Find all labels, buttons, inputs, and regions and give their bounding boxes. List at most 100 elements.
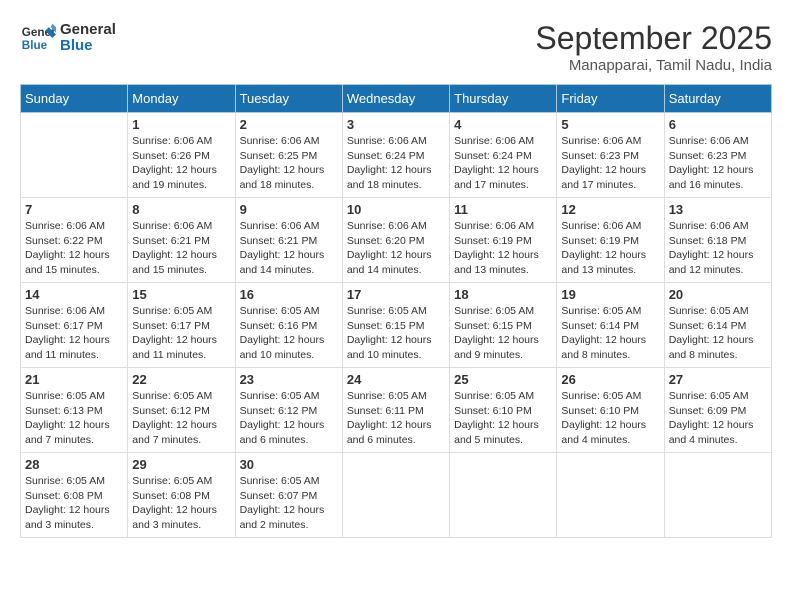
calendar-table: SundayMondayTuesdayWednesdayThursdayFrid… xyxy=(20,84,772,538)
calendar-cell: 10 Sunrise: 6:06 AMSunset: 6:20 PMDayligh… xyxy=(342,198,449,283)
calendar-header: SundayMondayTuesdayWednesdayThursdayFrid… xyxy=(21,85,772,113)
calendar-cell xyxy=(664,453,771,538)
day-detail: Sunrise: 6:05 AMSunset: 6:15 PMDaylight:… xyxy=(454,304,552,363)
day-detail: Sunrise: 6:05 AMSunset: 6:11 PMDaylight:… xyxy=(347,389,445,448)
day-number: 4 xyxy=(454,117,552,132)
day-number: 11 xyxy=(454,202,552,217)
day-detail: Sunrise: 6:06 AMSunset: 6:24 PMDaylight:… xyxy=(454,134,552,193)
calendar-cell: 25 Sunrise: 6:05 AMSunset: 6:10 PMDayligh… xyxy=(450,368,557,453)
day-number: 29 xyxy=(132,457,230,472)
calendar-week-3: 14 Sunrise: 6:06 AMSunset: 6:17 PMDayligh… xyxy=(21,283,772,368)
calendar-cell: 18 Sunrise: 6:05 AMSunset: 6:15 PMDayligh… xyxy=(450,283,557,368)
day-number: 24 xyxy=(347,372,445,387)
logo-text-blue: Blue xyxy=(60,38,116,55)
calendar-week-2: 7Sunrise: 6:06 AMSunset: 6:22 PMDaylight… xyxy=(21,198,772,283)
calendar-cell: 23Sunrise: 6:05 AMSunset: 6:12 PMDayligh… xyxy=(235,368,342,453)
day-number: 16 xyxy=(240,287,338,302)
day-detail: Sunrise: 6:06 AMSunset: 6:17 PMDaylight:… xyxy=(25,304,123,363)
day-number: 15 xyxy=(132,287,230,302)
day-detail: Sunrise: 6:06 AMSunset: 6:22 PMDaylight:… xyxy=(25,219,123,278)
calendar-cell: 20Sunrise: 6:05 AMSunset: 6:14 PMDayligh… xyxy=(664,283,771,368)
day-detail: Sunrise: 6:05 AMSunset: 6:08 PMDaylight:… xyxy=(132,474,230,533)
calendar-body: 1 Sunrise: 6:06 AMSunset: 6:26 PMDaylight… xyxy=(21,113,772,538)
day-number: 21 xyxy=(25,372,123,387)
calendar-cell: 28 Sunrise: 6:05 AMSunset: 6:08 PMDayligh… xyxy=(21,453,128,538)
calendar-cell xyxy=(450,453,557,538)
day-number: 1 xyxy=(132,117,230,132)
day-number: 22 xyxy=(132,372,230,387)
day-number: 14 xyxy=(25,287,123,302)
day-number: 25 xyxy=(454,372,552,387)
logo: General Blue General Blue xyxy=(20,20,116,56)
calendar-cell: 16 Sunrise: 6:05 AMSunset: 6:16 PMDayligh… xyxy=(235,283,342,368)
day-detail: Sunrise: 6:05 AMSunset: 6:10 PMDaylight:… xyxy=(561,389,659,448)
day-number: 30 xyxy=(240,457,338,472)
calendar-cell: 19 Sunrise: 6:05 AMSunset: 6:14 PMDayligh… xyxy=(557,283,664,368)
day-number: 28 xyxy=(25,457,123,472)
day-detail: Sunrise: 6:05 AMSunset: 6:16 PMDaylight:… xyxy=(240,304,338,363)
calendar-cell: 4 Sunrise: 6:06 AMSunset: 6:24 PMDaylight… xyxy=(450,113,557,198)
calendar-cell xyxy=(342,453,449,538)
day-number: 8 xyxy=(132,202,230,217)
day-detail: Sunrise: 6:05 AMSunset: 6:14 PMDaylight:… xyxy=(561,304,659,363)
calendar-cell: 30Sunrise: 6:05 AMSunset: 6:07 PMDayligh… xyxy=(235,453,342,538)
day-detail: Sunrise: 6:05 AMSunset: 6:10 PMDaylight:… xyxy=(454,389,552,448)
calendar-cell: 15Sunrise: 6:05 AMSunset: 6:17 PMDayligh… xyxy=(128,283,235,368)
day-number: 6 xyxy=(669,117,767,132)
calendar-week-5: 28 Sunrise: 6:05 AMSunset: 6:08 PMDayligh… xyxy=(21,453,772,538)
svg-text:Blue: Blue xyxy=(22,39,48,52)
day-number: 27 xyxy=(669,372,767,387)
day-detail: Sunrise: 6:05 AMSunset: 6:09 PMDaylight:… xyxy=(669,389,767,448)
day-number: 19 xyxy=(561,287,659,302)
page-header: General Blue General Blue September 2025… xyxy=(20,20,772,74)
weekday-header-saturday: Saturday xyxy=(664,85,771,113)
day-number: 3 xyxy=(347,117,445,132)
day-detail: Sunrise: 6:06 AMSunset: 6:19 PMDaylight:… xyxy=(454,219,552,278)
title-block: September 2025 Manapparai, Tamil Nadu, I… xyxy=(535,20,772,74)
day-detail: Sunrise: 6:06 AMSunset: 6:21 PMDaylight:… xyxy=(132,219,230,278)
day-detail: Sunrise: 6:06 AMSunset: 6:20 PMDaylight:… xyxy=(347,219,445,278)
day-number: 17 xyxy=(347,287,445,302)
calendar-cell: 29 Sunrise: 6:05 AMSunset: 6:08 PMDayligh… xyxy=(128,453,235,538)
calendar-cell: 13 Sunrise: 6:06 AMSunset: 6:18 PMDayligh… xyxy=(664,198,771,283)
day-detail: Sunrise: 6:06 AMSunset: 6:18 PMDaylight:… xyxy=(669,219,767,278)
calendar-cell: 12 Sunrise: 6:06 AMSunset: 6:19 PMDayligh… xyxy=(557,198,664,283)
weekday-header-sunday: Sunday xyxy=(21,85,128,113)
calendar-cell: 1 Sunrise: 6:06 AMSunset: 6:26 PMDaylight… xyxy=(128,113,235,198)
calendar-cell: 14 Sunrise: 6:06 AMSunset: 6:17 PMDayligh… xyxy=(21,283,128,368)
calendar-cell: 24 Sunrise: 6:05 AMSunset: 6:11 PMDayligh… xyxy=(342,368,449,453)
calendar-cell: 2Sunrise: 6:06 AMSunset: 6:25 PMDaylight… xyxy=(235,113,342,198)
day-detail: Sunrise: 6:05 AMSunset: 6:08 PMDaylight:… xyxy=(25,474,123,533)
weekday-header-friday: Friday xyxy=(557,85,664,113)
day-number: 12 xyxy=(561,202,659,217)
weekday-header-thursday: Thursday xyxy=(450,85,557,113)
weekday-header-row: SundayMondayTuesdayWednesdayThursdayFrid… xyxy=(21,85,772,113)
day-number: 5 xyxy=(561,117,659,132)
logo-text-general: General xyxy=(60,22,116,39)
day-detail: Sunrise: 6:06 AMSunset: 6:26 PMDaylight:… xyxy=(132,134,230,193)
day-detail: Sunrise: 6:06 AMSunset: 6:19 PMDaylight:… xyxy=(561,219,659,278)
day-number: 26 xyxy=(561,372,659,387)
day-detail: Sunrise: 6:06 AMSunset: 6:23 PMDaylight:… xyxy=(561,134,659,193)
calendar-cell: 17 Sunrise: 6:05 AMSunset: 6:15 PMDayligh… xyxy=(342,283,449,368)
calendar-cell: 5 Sunrise: 6:06 AMSunset: 6:23 PMDaylight… xyxy=(557,113,664,198)
month-title: September 2025 xyxy=(535,20,772,57)
weekday-header-tuesday: Tuesday xyxy=(235,85,342,113)
weekday-header-monday: Monday xyxy=(128,85,235,113)
calendar-cell xyxy=(557,453,664,538)
location-subtitle: Manapparai, Tamil Nadu, India xyxy=(535,57,772,74)
day-number: 20 xyxy=(669,287,767,302)
calendar-cell: 9Sunrise: 6:06 AMSunset: 6:21 PMDaylight… xyxy=(235,198,342,283)
day-number: 13 xyxy=(669,202,767,217)
day-detail: Sunrise: 6:06 AMSunset: 6:24 PMDaylight:… xyxy=(347,134,445,193)
day-number: 18 xyxy=(454,287,552,302)
day-detail: Sunrise: 6:06 AMSunset: 6:25 PMDaylight:… xyxy=(240,134,338,193)
day-detail: Sunrise: 6:06 AMSunset: 6:23 PMDaylight:… xyxy=(669,134,767,193)
day-number: 10 xyxy=(347,202,445,217)
day-number: 23 xyxy=(240,372,338,387)
weekday-header-wednesday: Wednesday xyxy=(342,85,449,113)
logo-icon: General Blue xyxy=(20,20,56,56)
calendar-cell: 8 Sunrise: 6:06 AMSunset: 6:21 PMDaylight… xyxy=(128,198,235,283)
day-detail: Sunrise: 6:05 AMSunset: 6:15 PMDaylight:… xyxy=(347,304,445,363)
calendar-cell: 3 Sunrise: 6:06 AMSunset: 6:24 PMDaylight… xyxy=(342,113,449,198)
